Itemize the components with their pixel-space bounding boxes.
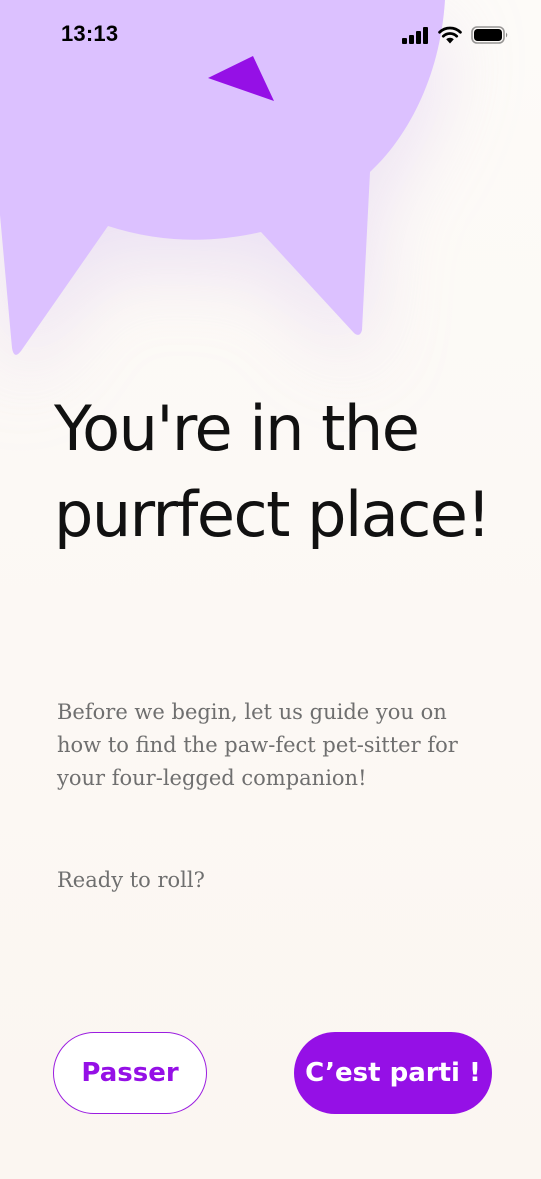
wifi-icon: [438, 26, 462, 44]
prompt-text: Ready to roll?: [57, 868, 205, 892]
status-bar: 13:13: [0, 0, 541, 70]
intro-text: Before we begin, let us guide you on how…: [57, 700, 458, 790]
status-time: 13:13: [61, 21, 119, 46]
status-icons: [402, 26, 509, 44]
start-button-label: C’est parti !: [305, 1058, 481, 1088]
onboarding-screen: 13:13 You're in the purrfect place! Befo…: [0, 0, 541, 1179]
headline: You're in the purrfect place!: [54, 392, 491, 551]
skip-button-label: Passer: [81, 1058, 179, 1088]
cellular-signal-icon: [402, 26, 428, 44]
skip-button[interactable]: Passer: [53, 1032, 207, 1114]
battery-icon: [471, 26, 508, 44]
start-button[interactable]: C’est parti !: [294, 1032, 492, 1114]
